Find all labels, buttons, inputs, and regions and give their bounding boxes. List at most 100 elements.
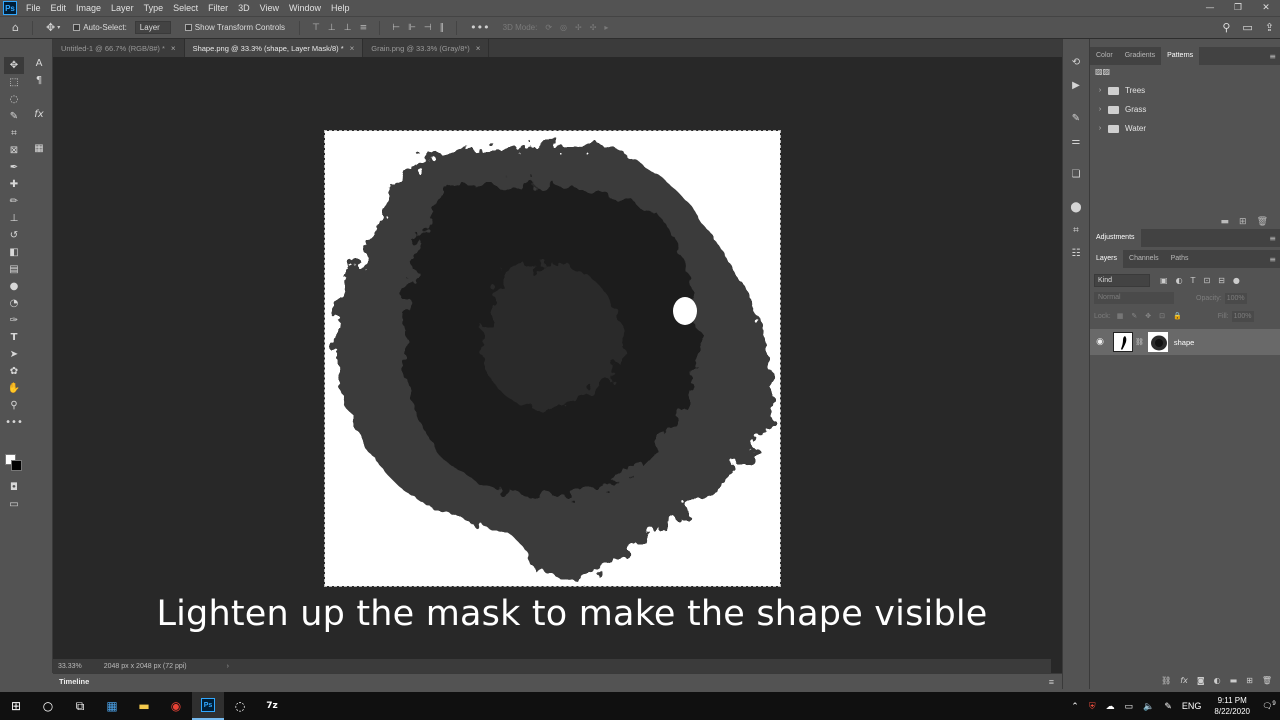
pattern-folder-trees[interactable]: › Trees <box>1090 81 1280 100</box>
frame-tool-icon[interactable]: ⊠ <box>4 142 24 159</box>
layer-filter-kind-dropdown[interactable]: Kind <box>1094 273 1150 287</box>
properties-icon[interactable]: ☷ <box>1067 244 1085 262</box>
zoom-level[interactable]: 33.33% <box>58 663 82 670</box>
close-icon[interactable]: ✕ <box>1252 0 1280 16</box>
chevron-right-icon[interactable]: › <box>1094 125 1106 132</box>
brush-settings-icon[interactable]: ✎ <box>1067 109 1085 127</box>
lock-artboard-icon[interactable]: ⊡ <box>1159 312 1165 320</box>
grid-panel-icon[interactable]: ▦ <box>29 140 49 157</box>
3d-roll-icon[interactable]: ◎ <box>560 23 567 32</box>
calculator-app-icon[interactable]: ▦ <box>96 692 128 720</box>
eyedropper-tool-icon[interactable]: ✒ <box>4 159 24 176</box>
file-explorer-icon[interactable]: ▬ <box>128 692 160 720</box>
chevron-right-icon[interactable]: › <box>227 663 229 670</box>
tab-untitled-1[interactable]: Untitled-1 @ 66.7% (RGB/8#) * × <box>53 39 185 57</box>
close-icon[interactable]: × <box>476 44 481 53</box>
auto-select-dropdown[interactable]: Layer <box>134 21 171 34</box>
screen-mode-icon[interactable]: ▭ <box>4 496 24 513</box>
path-select-tool-icon[interactable]: ➤ <box>4 346 24 363</box>
menu-window[interactable]: Window <box>284 3 326 13</box>
align-bottom-icon[interactable]: ⊥ <box>344 23 352 33</box>
layer-name[interactable]: shape <box>1174 338 1194 347</box>
distribute-h-icon[interactable]: ‖ <box>440 23 445 33</box>
panel-menu-icon[interactable]: ≡ <box>1269 52 1276 61</box>
tab-color[interactable]: Color <box>1090 47 1119 65</box>
3d-slide-icon[interactable]: ✣ <box>590 23 597 32</box>
menu-help[interactable]: Help <box>326 3 355 13</box>
lasso-tool-icon[interactable]: ◌ <box>4 91 24 108</box>
filter-smart-object-icon[interactable]: ⊟ <box>1218 276 1225 285</box>
chevron-down-icon[interactable]: ▾ <box>57 24 60 31</box>
cloud-icon[interactable]: ☁ <box>1106 701 1115 712</box>
menu-view[interactable]: View <box>255 3 284 13</box>
lock-position-icon[interactable]: ✥ <box>1145 312 1151 320</box>
opacity-input[interactable]: 100% <box>1224 292 1247 304</box>
styles-panel-icon[interactable]: fx <box>29 106 49 123</box>
auto-select-checkbox[interactable] <box>73 24 81 31</box>
add-mask-icon[interactable]: ◙ <box>1197 676 1205 685</box>
menu-image[interactable]: Image <box>71 3 106 13</box>
align-hcenter-icon[interactable]: ⊩ <box>408 23 416 33</box>
paragraph-panel-icon[interactable]: ¶ <box>29 72 49 89</box>
search-circle-icon[interactable]: ○ <box>32 692 64 720</box>
lock-all-icon[interactable]: 🔒 <box>1173 312 1182 320</box>
history-brush-tool-icon[interactable]: ↺ <box>4 227 24 244</box>
notification-center-icon[interactable]: 🗨9 <box>1258 701 1280 711</box>
menu-3d[interactable]: 3D <box>233 3 255 13</box>
clone-stamp-tool-icon[interactable]: ⊥ <box>4 210 24 227</box>
color-drop-icon[interactable]: ⬤ <box>1067 198 1085 216</box>
menu-layer[interactable]: Layer <box>106 3 139 13</box>
tab-adjustments[interactable]: Adjustments <box>1090 229 1141 247</box>
3d-orbit-icon[interactable]: ⟳ <box>545 23 552 32</box>
zoom-tool-icon[interactable]: ⚲ <box>4 397 24 414</box>
brush-tool-icon[interactable]: ✏ <box>4 193 24 210</box>
chevron-up-icon[interactable]: ⌃ <box>1071 701 1079 712</box>
trash-icon[interactable]: 🗑 <box>1262 676 1272 685</box>
panel-menu-icon[interactable]: ≡ <box>1049 677 1054 687</box>
security-shield-icon[interactable]: ⛨ <box>1089 701 1096 712</box>
align-vcenter-icon[interactable]: ⊥ <box>328 23 336 33</box>
background-color-swatch[interactable] <box>11 460 22 471</box>
network-icon[interactable]: ▭ <box>1125 701 1134 712</box>
layer-mask-thumbnail[interactable] <box>1147 332 1168 352</box>
new-layer-icon[interactable]: ⊞ <box>1246 676 1253 685</box>
shape-tool-icon[interactable]: ✿ <box>4 363 24 380</box>
chevron-right-icon[interactable]: › <box>1094 87 1106 94</box>
align-top-icon[interactable]: ⊤ <box>312 23 320 33</box>
crop-icon[interactable]: ⌗ <box>1067 221 1085 239</box>
libraries-icon[interactable]: ❏ <box>1067 165 1085 183</box>
filter-type-icon[interactable]: T <box>1191 276 1196 285</box>
7zip-app-icon[interactable]: 7z <box>256 692 288 720</box>
menu-file[interactable]: File <box>21 3 46 13</box>
trash-icon[interactable]: 🗑 <box>1257 217 1268 227</box>
distribute-icon[interactable]: ≡ <box>360 23 368 33</box>
filter-toggle-icon[interactable]: ● <box>1233 276 1240 285</box>
panel-menu-icon[interactable]: ≡ <box>1269 255 1276 264</box>
healing-brush-tool-icon[interactable]: ✚ <box>4 176 24 193</box>
adjustment-layer-icon[interactable]: ◐ <box>1214 676 1221 685</box>
align-left-icon[interactable]: ⊢ <box>392 23 400 33</box>
tab-paths[interactable]: Paths <box>1165 250 1195 268</box>
photoshop-logo-icon[interactable]: Ps <box>3 1 17 15</box>
document-canvas[interactable] <box>324 130 781 587</box>
share-icon[interactable]: ⇪ <box>1265 21 1274 34</box>
obs-app-icon[interactable]: ◌ <box>224 692 256 720</box>
filter-pixel-icon[interactable]: ▣ <box>1160 276 1168 285</box>
tab-shape-png[interactable]: Shape.png @ 33.3% (shape, Layer Mask/8) … <box>184 39 364 57</box>
layer-style-fx-icon[interactable]: fx <box>1180 676 1188 685</box>
actions-play-icon[interactable]: ▶ <box>1067 76 1085 94</box>
character-panel-icon[interactable]: A <box>29 55 49 72</box>
chrome-icon[interactable]: ◉ <box>160 692 192 720</box>
close-icon[interactable]: × <box>171 44 176 53</box>
filter-adjustment-icon[interactable]: ◐ <box>1176 276 1183 285</box>
language-indicator[interactable]: ENG <box>1182 701 1202 711</box>
volume-icon[interactable]: 🔈 <box>1143 701 1154 712</box>
move-tool-icon[interactable]: ✥ <box>4 57 24 74</box>
show-transform-checkbox[interactable] <box>184 24 192 31</box>
menu-filter[interactable]: Filter <box>203 3 233 13</box>
crop-tool-icon[interactable]: ⌗ <box>4 125 24 142</box>
close-icon[interactable]: × <box>350 44 355 53</box>
more-options-icon[interactable]: ••• <box>470 21 489 34</box>
blur-tool-icon[interactable]: ● <box>4 278 24 295</box>
history-icon[interactable]: ⟲ <box>1067 53 1085 71</box>
